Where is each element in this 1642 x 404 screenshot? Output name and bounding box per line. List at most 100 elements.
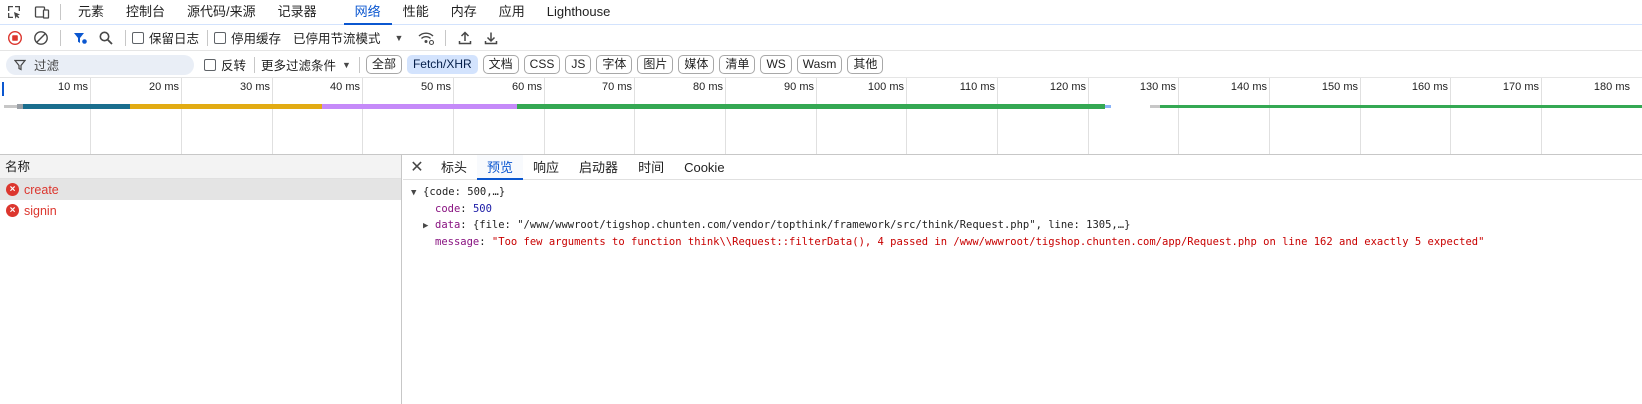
timeline-gridline xyxy=(544,78,545,154)
tab-initiator[interactable]: 启动器 xyxy=(569,155,628,180)
tab-elements[interactable]: 元素 xyxy=(67,0,115,25)
timeline-gridline xyxy=(816,78,817,154)
more-filters-label: 更多过滤条件 xyxy=(261,59,337,73)
invert-label: 反转 xyxy=(221,59,247,73)
request-list: 名称 × create × signin xyxy=(0,155,402,404)
tab-sources[interactable]: 源代码/来源 xyxy=(176,0,267,25)
timeline-tick-label: 90 ms xyxy=(784,81,814,93)
device-toolbar-icon[interactable] xyxy=(28,0,56,25)
record-stop-icon[interactable] xyxy=(2,25,28,51)
timeline-tick-label: 140 ms xyxy=(1230,81,1267,93)
chip-img[interactable]: 图片 xyxy=(637,55,674,74)
timeline-tick-label: 160 ms xyxy=(1411,81,1448,93)
request-row[interactable]: × create xyxy=(0,179,401,200)
timeline-bar-receiving xyxy=(1160,105,1642,108)
close-icon[interactable]: ✕ xyxy=(403,157,431,177)
column-header-name[interactable]: 名称 xyxy=(0,155,401,179)
checkbox-box[interactable] xyxy=(214,31,227,44)
clear-icon[interactable] xyxy=(28,25,54,51)
tab-memory[interactable]: 内存 xyxy=(440,0,488,25)
json-root[interactable]: ▼ {code: 500,…} xyxy=(411,184,1642,201)
export-har-icon[interactable] xyxy=(478,25,504,51)
json-key: code xyxy=(435,203,461,215)
timeline-tick-label: 130 ms xyxy=(1139,81,1176,93)
disable-cache-checkbox[interactable]: 停用缓存 xyxy=(214,28,281,47)
timeline-gridline xyxy=(906,78,907,154)
divider xyxy=(60,29,61,46)
timeline-gridline xyxy=(362,78,363,154)
chip-media[interactable]: 媒体 xyxy=(678,55,715,74)
tab-response[interactable]: 响应 xyxy=(523,155,569,180)
filter-input[interactable]: 过滤 xyxy=(6,54,194,75)
timeline-bar-receiving xyxy=(517,104,1105,109)
divider xyxy=(254,56,256,73)
search-icon[interactable] xyxy=(93,25,119,51)
timeline-tick-label: 150 ms xyxy=(1321,81,1358,93)
json-preview: ▼ {code: 500,…} code: 500 ▶ data: {file: "… xyxy=(403,180,1642,250)
checkbox-box[interactable] xyxy=(204,58,216,71)
timeline-tick-label: 60 ms xyxy=(512,81,542,93)
request-row[interactable]: × signin xyxy=(0,200,401,221)
timeline-tick-label: 10 ms xyxy=(58,81,88,93)
import-har-icon[interactable] xyxy=(452,25,478,51)
tab-network[interactable]: 网络 xyxy=(343,0,392,25)
inspect-element-icon[interactable] xyxy=(0,0,28,25)
json-prop-message: message: "Too few arguments to function … xyxy=(435,236,1485,248)
filter-placeholder: 过滤 xyxy=(34,59,60,73)
tab-application[interactable]: 应用 xyxy=(488,0,536,25)
chip-css[interactable]: CSS xyxy=(523,55,561,74)
divider xyxy=(125,29,126,46)
checkbox-box[interactable] xyxy=(132,31,144,44)
timeline-tick-label: 110 ms xyxy=(959,81,995,93)
divider xyxy=(60,4,61,20)
chevron-down-icon: ▼ xyxy=(394,32,404,43)
divider xyxy=(207,29,209,46)
json-object-value: {file: "/www/wwwroot/tigshop.chunten.com… xyxy=(472,219,1131,231)
detail-tabbar: ✕ 标头 预览 响应 启动器 时间 Cookie xyxy=(403,154,1642,180)
timeline-gridline xyxy=(453,78,454,154)
throttling-select[interactable]: 已停用节流模式 ▼ xyxy=(293,28,403,47)
chip-other[interactable]: 其他 xyxy=(847,55,884,74)
invert-checkbox[interactable]: 反转 xyxy=(204,55,246,74)
chip-all[interactable]: 全部 xyxy=(365,55,402,74)
chip-js[interactable]: JS xyxy=(565,55,592,74)
tab-timing[interactable]: 时间 xyxy=(628,155,674,180)
tab-performance[interactable]: 性能 xyxy=(392,0,440,25)
tab-preview[interactable]: 预览 xyxy=(477,154,524,180)
tab-headers[interactable]: 标头 xyxy=(431,155,477,180)
preserve-log-checkbox[interactable]: 保留日志 xyxy=(132,28,199,47)
network-conditions-icon[interactable] xyxy=(413,25,439,51)
divider xyxy=(445,29,447,46)
devtools-main-tabbar: 元素 控制台 源代码/来源 记录器 网络 性能 内存 应用 Lighthouse xyxy=(0,0,1642,25)
chip-fetch-xhr[interactable]: Fetch/XHR xyxy=(406,55,478,74)
chip-ws[interactable]: WS xyxy=(760,55,792,74)
throttling-value: 已停用节流模式 xyxy=(293,32,381,46)
timeline-tick-label: 50 ms xyxy=(421,81,451,93)
more-filters-select[interactable]: 更多过滤条件 ▼ xyxy=(261,55,351,74)
chip-wasm[interactable]: Wasm xyxy=(796,55,843,74)
tab-lighthouse[interactable]: Lighthouse xyxy=(536,0,622,25)
json-key: message xyxy=(435,236,480,248)
json-prop-data[interactable]: ▶ data: {file: "/www/wwwroot/tigshop.chun… xyxy=(411,217,1642,234)
chip-doc[interactable]: 文档 xyxy=(482,55,519,74)
expanded-triangle-icon[interactable]: ▼ xyxy=(411,185,423,201)
network-overview-timeline[interactable]: 10 ms 20 ms 30 ms 40 ms 50 ms 60 ms 70 m… xyxy=(0,78,1642,155)
divider xyxy=(358,56,360,73)
chip-font[interactable]: 字体 xyxy=(596,55,633,74)
tab-cookies[interactable]: Cookie xyxy=(674,155,734,180)
tab-recorder[interactable]: 记录器 xyxy=(267,0,328,25)
timeline-tick-label: 70 ms xyxy=(602,81,632,93)
timeline-bar-waiting xyxy=(23,104,130,109)
collapsed-triangle-icon[interactable]: ▶ xyxy=(423,218,435,234)
chevron-down-icon: ▼ xyxy=(342,59,351,70)
chip-manifest[interactable]: 清单 xyxy=(719,55,756,74)
tab-console[interactable]: 控制台 xyxy=(115,0,176,25)
error-icon: × xyxy=(6,183,19,196)
timeline-tick-label: 20 ms xyxy=(149,81,179,93)
filter-icon[interactable] xyxy=(67,25,93,51)
json-string-value: "Too few arguments to function think\\Re… xyxy=(491,236,1485,248)
timeline-bar-queued xyxy=(1150,105,1160,108)
timeline-gridline xyxy=(1541,78,1542,154)
timeline-gridline xyxy=(1450,78,1451,154)
timeline-bar-blocking xyxy=(130,104,322,109)
